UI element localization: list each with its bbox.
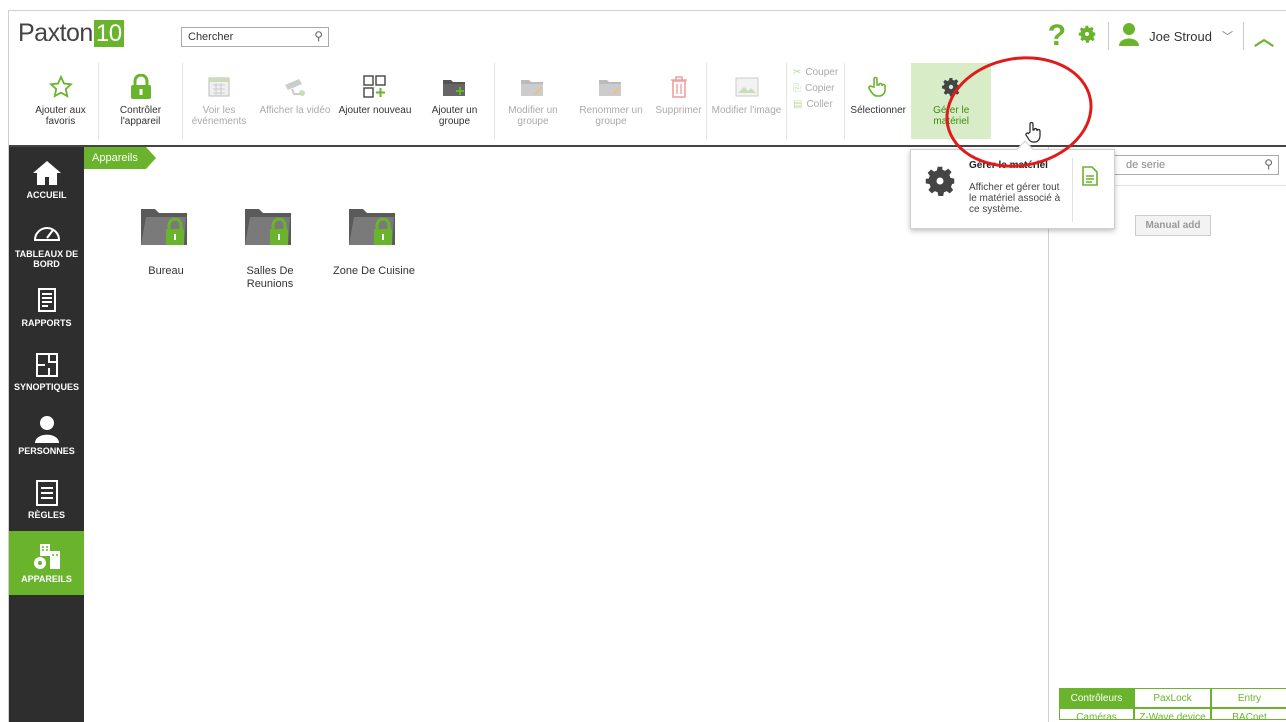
search-input[interactable]: Chercher ⚲ <box>181 27 329 47</box>
ribbon-toolbar: Ajouter aux favoris Contrôler l'appareil… <box>9 63 1286 143</box>
header-actions: ? Joe Stroud ﹀ ︿ <box>1048 21 1274 51</box>
nav-regles[interactable]: RÈGLES <box>9 467 84 531</box>
nav-tableaux-de-bord[interactable]: TABLEAUX DE BORD <box>9 211 84 275</box>
app-window: Paxton 10 Chercher ⚲ ? Joe Stroud ﹀ ︿ Ajo… <box>8 10 1286 722</box>
devices-icon <box>32 542 62 572</box>
breadcrumb-arrow <box>145 147 156 169</box>
add-new-grid-icon <box>363 73 387 101</box>
folder-edit-icon <box>520 73 546 101</box>
divider <box>1243 22 1244 50</box>
show-video-button[interactable]: Afficher la vidéo <box>255 63 335 139</box>
hardware-panel: de serie ⚲ Manual add Contrôleurs PaxLoc… <box>1048 147 1286 722</box>
gear-icon <box>921 162 959 205</box>
divider <box>1072 158 1073 222</box>
rename-group-button[interactable]: Renommer un groupe <box>571 63 651 139</box>
rules-icon <box>35 478 58 508</box>
add-new-button[interactable]: Ajouter nouveau <box>335 63 415 139</box>
main-sidebar: ACCUEIL TABLEAUX DE BORD RAPPORTS SYNOPT… <box>9 147 84 722</box>
hand-cursor-icon <box>1025 121 1043 148</box>
tooltip-description: Afficher et gérer tout le matériel assoc… <box>969 182 1061 215</box>
breadcrumb: Appareils <box>84 147 156 169</box>
locked-folder-icon <box>245 209 291 245</box>
calendar-icon <box>208 73 230 101</box>
home-icon <box>32 158 62 188</box>
padlock-icon <box>130 73 152 101</box>
trash-icon <box>670 73 688 101</box>
copy-icon: ⎘ <box>793 83 801 94</box>
floorplan-icon <box>35 350 59 380</box>
dashboard-icon <box>32 217 62 247</box>
breadcrumb-appareils[interactable]: Appareils <box>84 147 146 169</box>
paxton-logo: Paxton 10 <box>18 19 124 47</box>
edit-group-button[interactable]: Modifier un groupe <box>495 63 571 139</box>
paste-button[interactable]: ▤ Coller <box>793 99 838 110</box>
tab-bacnet[interactable]: BACnet <box>1211 708 1286 720</box>
add-group-button[interactable]: Ajouter un groupe <box>415 63 495 139</box>
nav-synoptiques[interactable]: SYNOPTIQUES <box>9 339 84 403</box>
nav-personnes[interactable]: PERSONNES <box>9 403 84 467</box>
nav-rapports[interactable]: RAPPORTS <box>9 275 84 339</box>
nav-appareils[interactable]: APPAREILS <box>9 531 84 595</box>
clipboard-group: ✂ Couper ⎘ Copier ▤ Coller <box>787 63 846 139</box>
folder-item[interactable]: Bureau <box>114 207 218 291</box>
chevron-down-icon[interactable]: ﹀ <box>1222 28 1233 44</box>
view-events-button[interactable]: Voir les événements <box>183 63 255 139</box>
device-type-tabs: Contrôleurs PaxLock Entry Caméras Z-Wave… <box>1059 688 1286 720</box>
paste-icon: ▤ <box>793 99 803 110</box>
folder-add-icon <box>442 73 468 101</box>
image-icon <box>735 73 759 101</box>
reports-icon <box>37 286 57 316</box>
locked-folder-icon <box>141 209 187 245</box>
select-button[interactable]: Sélectionner <box>845 63 911 139</box>
user-name[interactable]: Joe Stroud <box>1149 29 1212 44</box>
folder-item[interactable]: Zone De Cuisine <box>322 207 426 291</box>
search-icon[interactable]: ⚲ <box>1264 157 1273 171</box>
cut-button[interactable]: ✂ Couper <box>793 67 838 78</box>
delete-button[interactable]: Supprimer <box>651 63 707 139</box>
tab-controleurs[interactable]: Contrôleurs <box>1059 688 1134 708</box>
top-bar: Paxton 10 Chercher ⚲ ? Joe Stroud ﹀ ︿ <box>9 11 1286 59</box>
star-icon <box>48 73 73 101</box>
add-to-favorites-button[interactable]: Ajouter aux favoris <box>23 63 99 139</box>
user-avatar-icon[interactable] <box>1119 22 1140 51</box>
tab-paxlock[interactable]: PaxLock <box>1134 688 1211 708</box>
locked-folder-icon <box>349 209 395 245</box>
search-icon[interactable]: ⚲ <box>314 29 323 43</box>
hand-pointer-icon <box>866 73 890 101</box>
settings-gear-icon[interactable] <box>1076 23 1098 50</box>
help-icon[interactable]: ? <box>1048 21 1066 51</box>
collapse-ribbon-icon[interactable]: ︿ <box>1254 22 1274 51</box>
camera-icon <box>282 73 308 101</box>
scissors-icon: ✂ <box>793 67 802 78</box>
manual-add-button[interactable]: Manual add <box>1135 215 1211 236</box>
edit-image-button[interactable]: Modifier l'image <box>707 63 787 139</box>
tab-entry[interactable]: Entry <box>1211 688 1286 708</box>
person-icon <box>34 414 59 444</box>
document-icon[interactable] <box>1082 166 1098 191</box>
divider <box>1108 22 1110 50</box>
control-device-button[interactable]: Contrôler l'appareil <box>99 63 183 139</box>
tab-zwave[interactable]: Z-Wave device <box>1134 708 1211 720</box>
nav-accueil[interactable]: ACCUEIL <box>9 147 84 211</box>
tab-cameras[interactable]: Caméras <box>1059 708 1134 720</box>
folder-rename-icon <box>598 73 624 101</box>
folder-item[interactable]: Salles De Reunions <box>218 207 322 291</box>
copy-button[interactable]: ⎘ Copier <box>793 83 838 94</box>
folder-list: Bureau Salles De Reunions Zone De Cuisin… <box>114 207 426 291</box>
